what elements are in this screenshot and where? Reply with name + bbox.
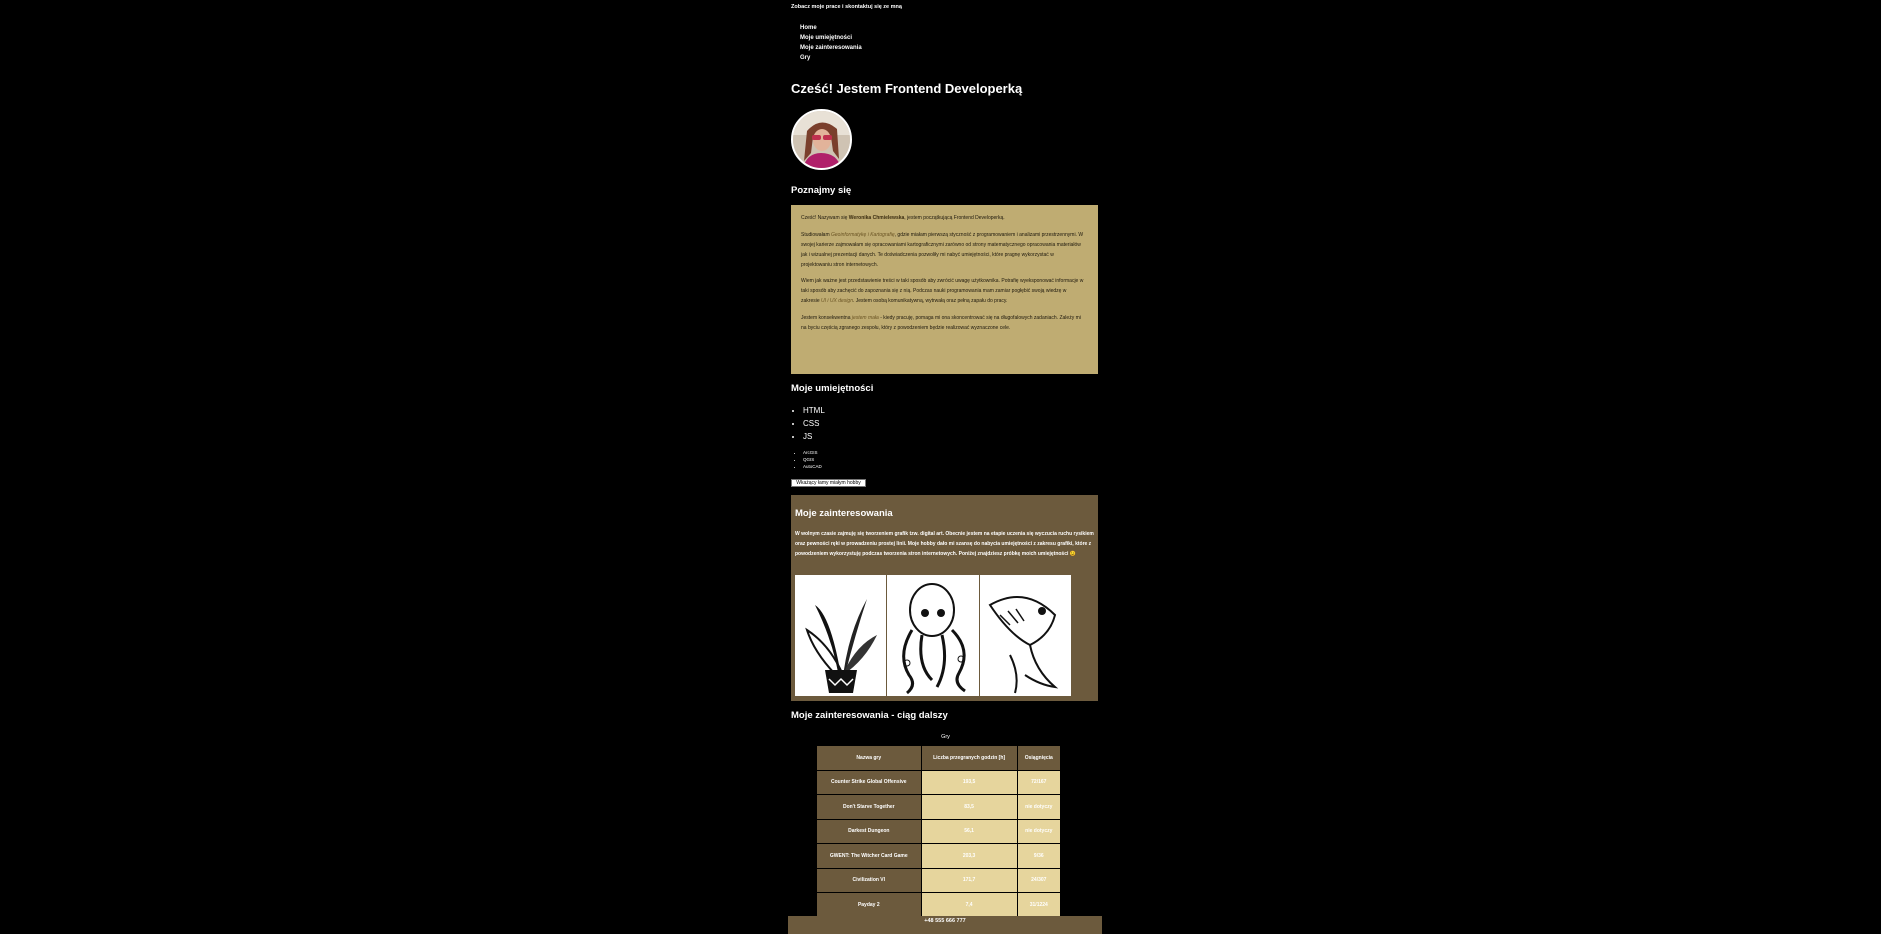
about-name: Weronika Chmielewska (848, 215, 905, 221)
skill-extra-item: QGIS (803, 456, 822, 463)
table-row: Darkest Dungeon 56,1 nie dotyczy (816, 818, 1062, 844)
about-paragraph-3: Wiem jak ważne jest przedstawienie treśc… (801, 276, 1086, 306)
gallery-image-octopus[interactable] (887, 575, 979, 696)
game-name-cell: GWENT: The Witcher Card Game (816, 843, 922, 869)
gallery-image-plant[interactable] (795, 575, 887, 696)
column-header: Nazwa gry (816, 745, 922, 771)
about-text: Cześć! Nazywam się (801, 215, 849, 221)
about-text: Jestem konsekwentna (801, 314, 852, 321)
game-hours-cell: 203,3 (920, 843, 1018, 869)
gallery (795, 575, 1071, 696)
game-achievements-cell: 31/1224 (1016, 892, 1062, 918)
about-text: . Jestem osobą komunikatywną, wytrwałą o… (852, 298, 1008, 304)
about-paragraph-4: Jestem konsekwentna jestem mała - kiedy … (801, 313, 1086, 333)
nav-menu: Home Moje umiejętności Moje zainteresowa… (800, 23, 862, 63)
about-highlight: UI i UX design (821, 298, 853, 304)
game-hours-cell: 7,4 (920, 892, 1018, 918)
page-title: Cześć! Jestem Frontend Developerką (791, 81, 1023, 96)
game-achievements-cell: 9/36 (1016, 843, 1062, 869)
games-table: Nazwa gry Liczba przegranych godzin [h] … (816, 745, 1062, 918)
game-name-cell: Don't Starve Together (816, 794, 922, 820)
game-achievements-cell: nie dotyczy (1016, 818, 1062, 844)
nav-item-skills[interactable]: Moje umiejętności (800, 33, 862, 43)
fish-drawing-icon (988, 596, 1058, 694)
games-table-wrap: Gry Nazwa gry Liczba przegranych godzin … (816, 734, 1068, 918)
gallery-image-fish[interactable] (979, 575, 1071, 696)
avatar (791, 109, 852, 170)
game-achievements-cell: 24/307 (1016, 867, 1062, 893)
skills-extra-list: ArcGIS QGIS AutoCAD (791, 449, 822, 470)
game-name-cell: Payday 2 (816, 892, 922, 918)
octopus-drawing-icon (902, 583, 967, 695)
skills-heading: Moje umiejętności (791, 383, 874, 394)
about-text: Studiowałam (801, 231, 832, 238)
skill-extra-item: ArcGIS (803, 449, 822, 456)
game-name-cell: Civilization VI (816, 867, 922, 893)
header-intro: Zobacz moje prace i skontaktuj się ze mn… (791, 4, 902, 10)
about-paragraph-1: Cześć! Nazywam się Weronika Chmielewska,… (801, 213, 1086, 223)
game-name-cell: Darkest Dungeon (816, 818, 922, 844)
skills-list: HTML CSS JS (791, 404, 825, 443)
about-heading: Poznajmy się (791, 185, 852, 196)
hobbies-box: Moje zainteresowania W wolnym czasie zaj… (791, 495, 1098, 701)
game-achievements-cell: 72/167 (1016, 769, 1062, 795)
footer: +48 555 666 777 (788, 916, 1102, 934)
game-hours-cell: 83,5 (920, 794, 1018, 820)
show-hobby-button[interactable]: Wkażący łamy miałym hobby (791, 479, 866, 487)
avatar-portrait-icon (793, 111, 850, 168)
plant-drawing-icon (805, 599, 877, 693)
footer-phone[interactable]: +48 555 666 777 (924, 918, 965, 924)
skill-item: CSS (803, 417, 825, 430)
games-heading: Moje zainteresowania - ciąg dalszy (791, 710, 948, 721)
game-hours-cell: 193,5 (920, 769, 1018, 795)
nav-item-hobbies[interactable]: Moje zainteresowania (800, 43, 862, 53)
table-row: GWENT: The Witcher Card Game 203,3 9/36 (816, 843, 1062, 869)
games-table-caption: Gry (941, 734, 950, 740)
about-paragraph-2: Studiowałam Geoinformatykę i Kartografię… (801, 230, 1086, 270)
table-row: Counter Strike Global Offensive 193,5 72… (816, 769, 1062, 795)
table-row: Don't Starve Together 83,5 nie dotyczy (816, 794, 1062, 820)
nav-item-games[interactable]: Gry (800, 53, 862, 63)
about-box: Cześć! Nazywam się Weronika Chmielewska,… (791, 205, 1098, 374)
game-hours-cell: 56,1 (920, 818, 1018, 844)
about-highlight: jestem mała (851, 314, 879, 321)
about-highlight: Geoinformatykę i Kartografię (831, 231, 895, 238)
about-text: , jestem początkującą Frontend Developer… (904, 215, 1005, 221)
hobbies-text: W wolnym czasie zajmuję się tworzeniem g… (795, 531, 1094, 557)
table-row: Payday 2 7,4 31/1224 (816, 892, 1062, 918)
skill-item: HTML (803, 404, 825, 417)
skill-extra-item: AutoCAD (803, 463, 822, 470)
column-header: Osiągnięcia (1016, 745, 1062, 771)
column-header: Liczba przegranych godzin [h] (920, 745, 1018, 771)
hobbies-heading: Moje zainteresowania (795, 508, 893, 519)
table-row: Civilization VI 171,7 24/307 (816, 867, 1062, 893)
game-achievements-cell: nie dotyczy (1016, 794, 1062, 820)
game-hours-cell: 171,7 (920, 867, 1018, 893)
skill-item: JS (803, 430, 825, 443)
table-header-row: Nazwa gry Liczba przegranych godzin [h] … (816, 745, 1062, 771)
nav-item-home[interactable]: Home (800, 23, 862, 33)
game-name-cell: Counter Strike Global Offensive (816, 769, 922, 795)
